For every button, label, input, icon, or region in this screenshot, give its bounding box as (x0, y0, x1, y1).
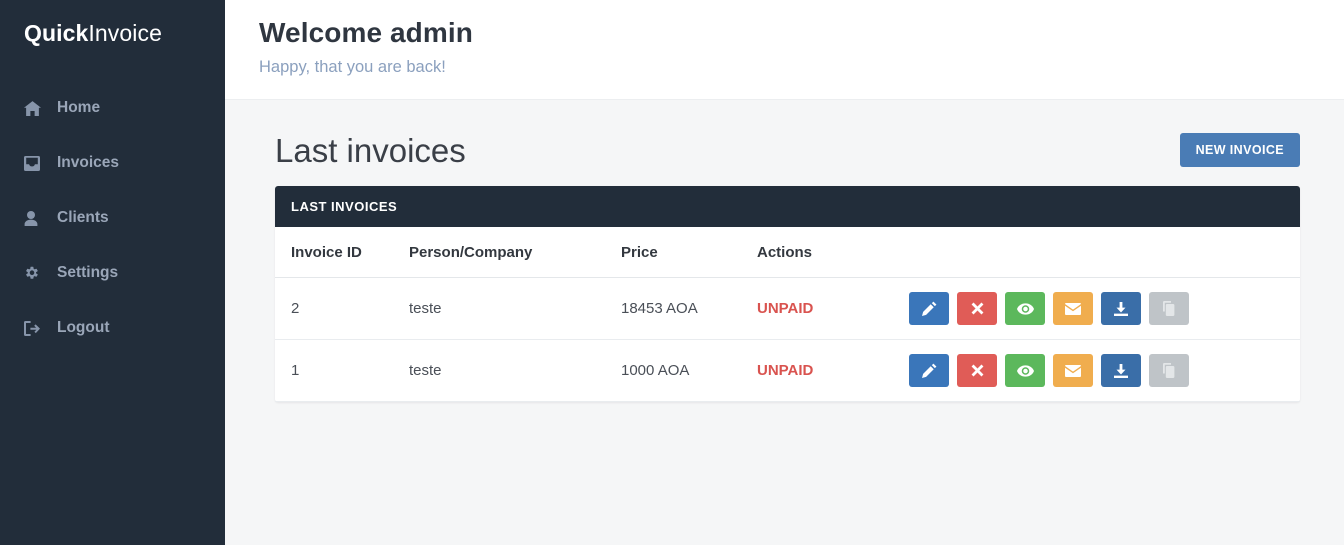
view-button[interactable] (1005, 292, 1046, 325)
sidebar-item-logout[interactable]: Logout (0, 311, 225, 345)
sidebar-nav: Home Invoices Clients Settings Logout (0, 91, 225, 345)
copy-button[interactable] (1149, 354, 1190, 387)
cell-invoice-id: 1 (275, 339, 409, 402)
download-button[interactable] (1101, 354, 1142, 387)
sidebar-item-label: Invoices (57, 154, 120, 172)
brand-logo[interactable]: QuickInvoice (0, 0, 225, 45)
edit-button[interactable] (909, 292, 950, 325)
email-button[interactable] (1053, 354, 1094, 387)
copy-icon (1162, 363, 1176, 378)
main-area: Welcome admin Happy, that you are back! … (225, 0, 1344, 545)
sidebar-item-label: Logout (57, 319, 110, 337)
cell-person: teste (409, 339, 621, 402)
row-action-buttons (909, 292, 1190, 325)
column-header-actions: Actions (757, 227, 1300, 278)
sidebar-item-clients[interactable]: Clients (0, 201, 225, 235)
inbox-icon (24, 155, 46, 171)
envelope-icon (1065, 364, 1082, 377)
row-action-buttons (909, 354, 1190, 387)
times-icon (971, 364, 984, 377)
cell-person: teste (409, 277, 621, 340)
column-header-price: Price (621, 227, 757, 278)
copy-icon (1162, 301, 1176, 316)
column-header-person: Person/Company (409, 227, 621, 278)
download-icon (1114, 363, 1129, 378)
sidebar-item-label: Home (57, 99, 101, 117)
eye-icon (1016, 302, 1034, 315)
brand-light: Invoice (88, 20, 162, 46)
last-invoices-card: LAST INVOICES Invoice ID Person/Company … (275, 186, 1300, 402)
table-row: 1 teste 1000 AOA UNPAID (275, 339, 1300, 402)
times-icon (971, 302, 984, 315)
table-row: 2 teste 18453 AOA UNPAID (275, 277, 1300, 340)
view-button[interactable] (1005, 354, 1046, 387)
edit-button[interactable] (909, 354, 950, 387)
sidebar-item-home[interactable]: Home (0, 91, 225, 125)
download-button[interactable] (1101, 292, 1142, 325)
user-icon (24, 210, 46, 226)
brand-strong: Quick (24, 20, 89, 46)
envelope-icon (1065, 302, 1082, 315)
delete-button[interactable] (957, 292, 998, 325)
page-welcome-subtitle: Happy, that you are back! (259, 57, 446, 76)
table-head: Invoice ID Person/Company Price Actions (275, 227, 1300, 278)
sidebar: QuickInvoice Home Invoices Clients Setti… (0, 0, 225, 545)
eye-icon (1016, 364, 1034, 377)
sidebar-item-label: Settings (57, 264, 119, 282)
email-button[interactable] (1053, 292, 1094, 325)
page-header: Last invoices NEW INVOICE (275, 100, 1300, 186)
cell-invoice-id: 2 (275, 277, 409, 340)
content: Last invoices NEW INVOICE LAST INVOICES … (225, 100, 1344, 402)
column-header-invoice-id: Invoice ID (275, 227, 409, 278)
cell-actions: UNPAID (757, 277, 1300, 340)
new-invoice-button[interactable]: NEW INVOICE (1179, 132, 1300, 168)
cell-price: 1000 AOA (621, 339, 757, 402)
table-body: 2 teste 18453 AOA UNPAID 1 teste 1000 AO… (275, 277, 1300, 402)
pencil-icon (921, 301, 937, 316)
sidebar-item-label: Clients (57, 209, 109, 227)
download-icon (1114, 301, 1129, 316)
card-header-title: LAST INVOICES (275, 186, 1300, 227)
pencil-icon (921, 363, 937, 378)
table-header-row: Invoice ID Person/Company Price Actions (275, 227, 1300, 278)
page-title: Last invoices (275, 131, 466, 169)
home-icon (24, 100, 46, 116)
topbar: Welcome admin Happy, that you are back! (225, 0, 1344, 100)
cell-actions: UNPAID (757, 339, 1300, 402)
sign-out-icon (24, 320, 46, 336)
cell-price: 18453 AOA (621, 277, 757, 340)
sidebar-item-settings[interactable]: Settings (0, 256, 225, 290)
delete-button[interactable] (957, 354, 998, 387)
status-badge: UNPAID (757, 362, 814, 379)
status-badge: UNPAID (757, 300, 814, 317)
sidebar-item-invoices[interactable]: Invoices (0, 146, 225, 180)
page-welcome-title: Welcome admin (259, 17, 473, 48)
copy-button[interactable] (1149, 292, 1190, 325)
invoices-table: Invoice ID Person/Company Price Actions … (275, 227, 1300, 402)
app-root: QuickInvoice Home Invoices Clients Setti… (0, 0, 1344, 545)
gear-icon (24, 265, 46, 281)
